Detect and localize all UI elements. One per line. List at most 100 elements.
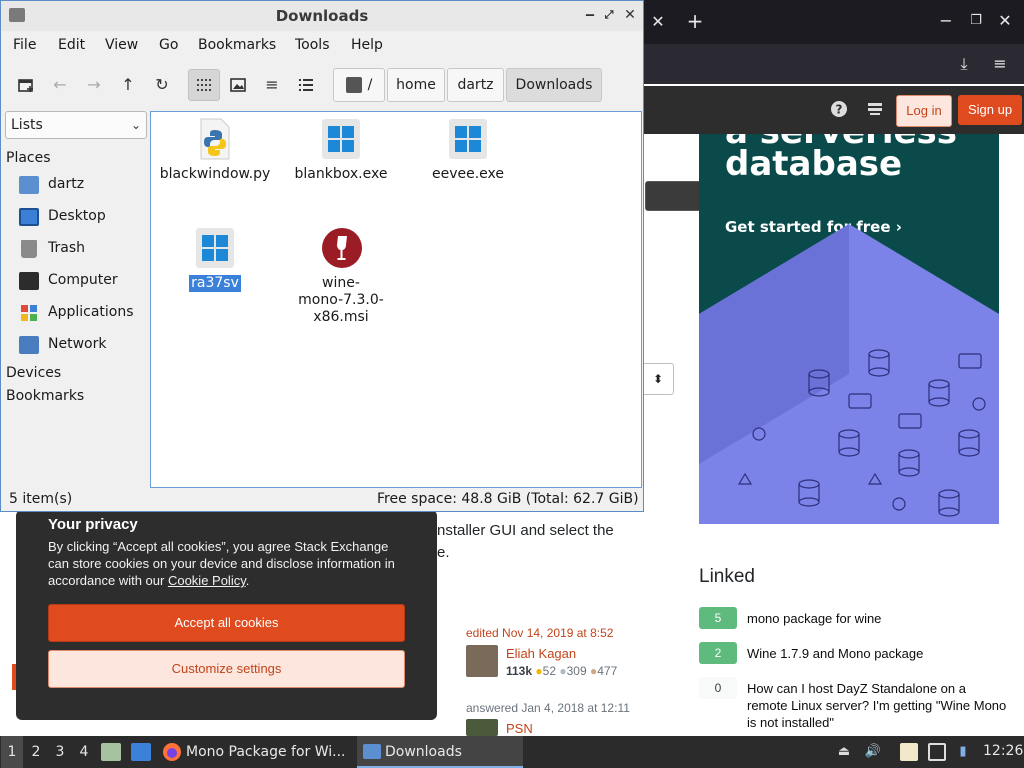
- windows-exe-icon: [448, 118, 488, 160]
- file-item[interactable]: blankbox.exe: [278, 118, 404, 183]
- answer-text-line: nstaller GUI and select the: [437, 522, 614, 539]
- menu-file[interactable]: File: [13, 37, 36, 53]
- linked-score: 5: [699, 607, 737, 629]
- download-icon[interactable]: ⤓: [953, 54, 975, 74]
- volume-icon[interactable]: 🔊: [864, 743, 882, 761]
- browser-close-button[interactable]: ✕: [995, 11, 1015, 31]
- gold-badge-icon: ●: [535, 664, 543, 678]
- status-bar: 5 item(s) Free space: 48.8 GiB (Total: 6…: [1, 489, 643, 511]
- new-tab-icon[interactable]: [10, 69, 42, 101]
- browser-maximize-button[interactable]: ❐: [966, 11, 986, 31]
- hamburger-menu-icon[interactable]: ≡: [989, 54, 1011, 74]
- file-item-selected[interactable]: ra37sv: [152, 227, 278, 292]
- signup-button[interactable]: Sign up: [958, 95, 1022, 125]
- file-name: wine-mono-7.3.0- x86.msi: [298, 275, 384, 326]
- workspace-3[interactable]: 3: [49, 736, 71, 768]
- devices-heading[interactable]: Devices: [6, 365, 61, 381]
- answerer-avatar[interactable]: [466, 719, 498, 736]
- trash-icon: [21, 240, 37, 258]
- menu-help[interactable]: Help: [351, 37, 383, 53]
- maximize-icon[interactable]: ⤢: [600, 6, 618, 24]
- sidebar-item-network[interactable]: Network: [19, 333, 145, 359]
- file-item[interactable]: wine-mono-7.3.0- x86.msi: [278, 227, 404, 326]
- linked-item[interactable]: 0 How can I host DayZ Standalone on a re…: [699, 677, 1009, 733]
- menu-bookmarks[interactable]: Bookmarks: [198, 37, 276, 53]
- minimize-icon[interactable]: ‒: [581, 6, 599, 24]
- bookmarks-heading[interactable]: Bookmarks: [6, 388, 84, 404]
- desktop-launcher-icon[interactable]: [131, 743, 151, 761]
- sidebar-item-computer[interactable]: Computer: [19, 269, 145, 295]
- tab-close-icon[interactable]: ✕: [648, 12, 668, 32]
- icon-view-icon[interactable]: [188, 69, 220, 101]
- folder-icon: [363, 744, 381, 759]
- editor-name[interactable]: Eliah Kagan: [506, 646, 576, 661]
- cookie-title: Your privacy: [48, 516, 138, 533]
- new-tab-button[interactable]: +: [684, 11, 706, 31]
- sidebar-item-label: dartz: [48, 176, 85, 192]
- task-firefox[interactable]: Mono Package for Wi...: [158, 736, 354, 768]
- accept-cookies-button[interactable]: Accept all cookies: [48, 604, 405, 642]
- up-arrow-icon[interactable]: ↑: [112, 69, 144, 101]
- edited-link[interactable]: edited Nov 14, 2019 at 8:52: [466, 626, 613, 640]
- linked-title[interactable]: How can I host DayZ Standalone on a remo…: [747, 680, 1007, 731]
- places-heading[interactable]: Places: [6, 150, 51, 166]
- linked-score: 0: [699, 677, 737, 699]
- clock[interactable]: 12:26: [983, 743, 1023, 759]
- advertisement[interactable]: a serverless database Get started for fr…: [699, 134, 999, 524]
- gold-count: 52: [542, 664, 556, 678]
- breadcrumb-home[interactable]: home: [387, 68, 445, 102]
- file-name-line: mono-7.3.0-: [298, 292, 384, 308]
- sidebar-item-trash[interactable]: Trash: [19, 237, 145, 263]
- linked-title[interactable]: Wine 1.7.9 and Mono package: [747, 645, 1007, 662]
- breadcrumb-downloads[interactable]: Downloads: [506, 68, 602, 102]
- breadcrumb-root[interactable]: /: [333, 68, 385, 102]
- forward-arrow-icon[interactable]: →: [78, 69, 110, 101]
- sidebar-item-applications[interactable]: Applications: [19, 301, 145, 327]
- sidebar-mode-select[interactable]: Lists ⌄: [5, 111, 147, 139]
- login-button[interactable]: Log in: [896, 95, 952, 127]
- browser-minimize-button[interactable]: −: [936, 11, 956, 31]
- linked-title[interactable]: mono package for wine: [747, 610, 1007, 627]
- network-status-icon[interactable]: ▮: [954, 743, 972, 761]
- reload-icon[interactable]: ↻: [146, 69, 178, 101]
- file-item[interactable]: eevee.exe: [405, 118, 531, 183]
- file-view[interactable]: blackwindow.py blankbox.exe eevee.exe ra…: [150, 111, 642, 488]
- breadcrumb-dartz[interactable]: dartz: [447, 68, 504, 102]
- window-titlebar[interactable]: Downloads ‒ ⤢ ✕: [1, 1, 643, 31]
- inbox-icon[interactable]: [864, 100, 886, 123]
- workspace-4[interactable]: 4: [73, 736, 95, 768]
- thumbnail-view-icon[interactable]: [222, 69, 254, 101]
- workspace-2[interactable]: 2: [25, 736, 47, 768]
- sort-select[interactable]: ⬍: [642, 363, 674, 395]
- windows-exe-icon: [195, 227, 235, 269]
- linked-item[interactable]: 5 mono package for wine: [699, 607, 1009, 629]
- file-manager-launcher-icon[interactable]: [101, 743, 121, 761]
- cookie-policy-link[interactable]: Cookie Policy: [168, 573, 246, 588]
- sidebar-item-dartz[interactable]: dartz: [19, 173, 145, 199]
- answerer-name[interactable]: PSN: [506, 721, 533, 736]
- menu-view[interactable]: View: [105, 37, 138, 53]
- clipboard-icon[interactable]: [900, 743, 918, 761]
- back-arrow-icon[interactable]: ←: [44, 69, 76, 101]
- help-icon[interactable]: ?: [828, 100, 850, 123]
- menu-edit[interactable]: Edit: [58, 37, 85, 53]
- tray-upload-icon[interactable]: ⏏: [835, 743, 853, 761]
- silver-badge-icon: ●: [559, 664, 567, 678]
- close-icon[interactable]: ✕: [621, 6, 639, 24]
- list-view-icon[interactable]: [290, 69, 322, 101]
- menu-go[interactable]: Go: [159, 37, 178, 53]
- workspace-1[interactable]: 1: [1, 736, 23, 768]
- editor-avatar[interactable]: [466, 645, 498, 677]
- customize-settings-button[interactable]: Customize settings: [48, 650, 405, 688]
- task-downloads[interactable]: Downloads: [357, 736, 523, 768]
- breadcrumb-root-label: /: [367, 77, 373, 93]
- item-count: 5 item(s): [9, 491, 73, 507]
- file-item[interactable]: blackwindow.py: [152, 118, 278, 183]
- compact-view-icon[interactable]: ≡: [256, 69, 288, 101]
- linked-item[interactable]: 2 Wine 1.7.9 and Mono package: [699, 642, 1009, 664]
- sidebar-item-desktop[interactable]: Desktop: [19, 205, 145, 231]
- toolbar: ← → ↑ ↻ ≡ / home dartz Downloads: [1, 61, 643, 109]
- menu-tools[interactable]: Tools: [295, 37, 330, 53]
- wine-msi-icon: [321, 227, 362, 269]
- display-icon[interactable]: [928, 743, 946, 761]
